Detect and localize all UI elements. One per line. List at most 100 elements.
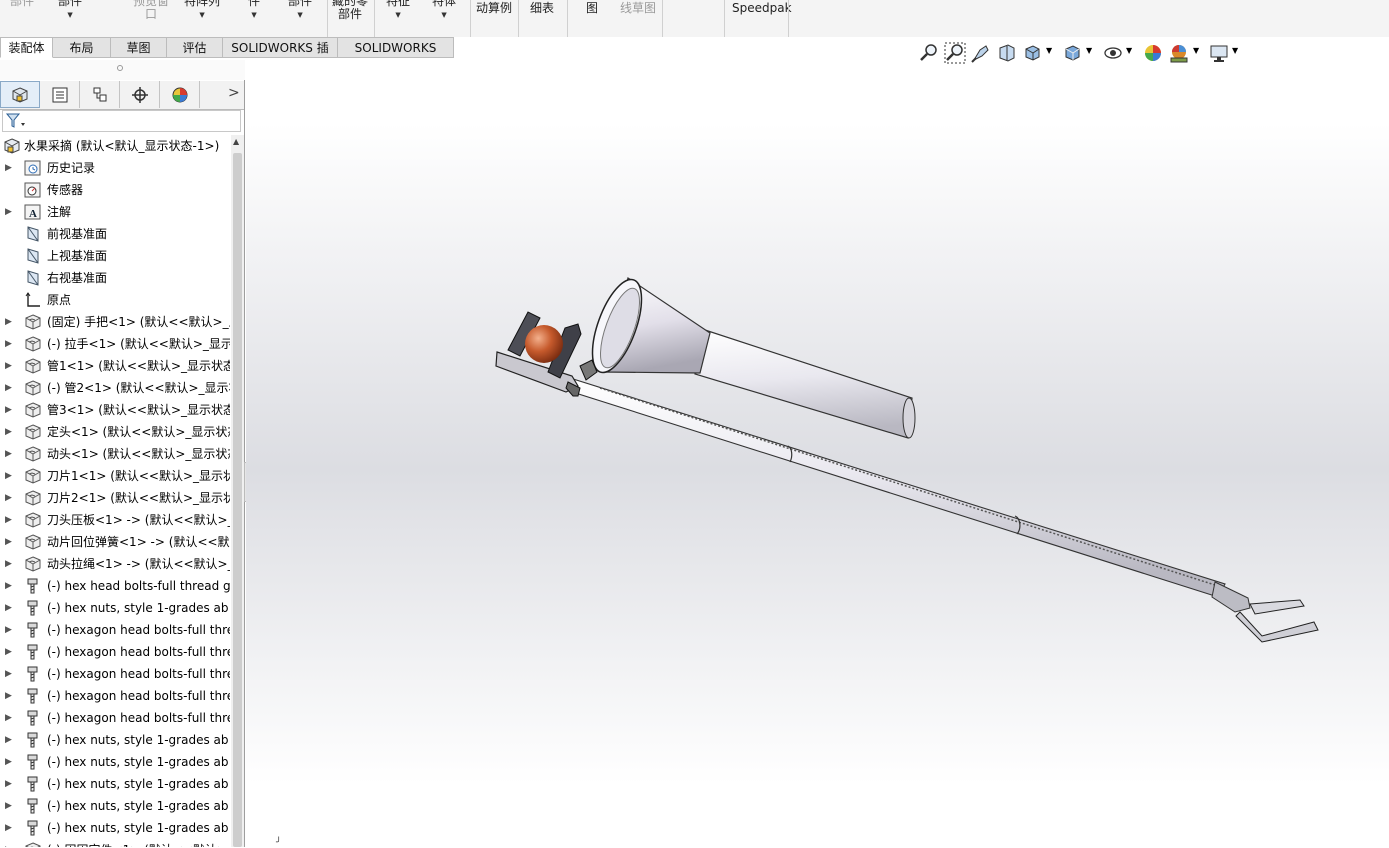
tree-item[interactable]: ▶ (-) hex nuts, style 1-grades ab g: [0, 817, 230, 839]
expand-arrow-icon[interactable]: ▶: [5, 575, 13, 597]
tree-item[interactable]: ▶ (-) hex nuts, style 1-grades ab g: [0, 597, 230, 619]
tab-evaluate[interactable]: 评估: [167, 37, 223, 58]
ribbon-btn-7[interactable]: 特征 ▼: [386, 0, 410, 20]
dropdown-arrow-icon[interactable]: ▼: [1232, 46, 1238, 55]
tree-item[interactable]: 右视基准面: [0, 267, 230, 289]
expand-arrow-icon[interactable]: ▶: [5, 487, 13, 509]
tube-end[interactable]: [902, 397, 916, 439]
panel-grip[interactable]: [0, 60, 245, 80]
ribbon-btn-4[interactable]: 件 ▼: [248, 0, 260, 20]
previous-view-icon[interactable]: [970, 42, 992, 64]
ribbon-btn-11[interactable]: 图: [586, 2, 598, 15]
scroll-up-arrow-icon[interactable]: ▲: [233, 137, 239, 146]
view-orientation-icon[interactable]: [1022, 42, 1044, 64]
expand-arrow-icon[interactable]: ▶: [5, 377, 13, 399]
tree-item[interactable]: ▶ 动头<1> (默认<<默认>_显示状态-1>): [0, 443, 230, 465]
edit-appearance-icon[interactable]: [1142, 42, 1164, 64]
blade-2[interactable]: [1235, 611, 1319, 643]
tree-item[interactable]: ▶ 动片回位弹簧<1> -> (默认<<默认>_显示状态-1>): [0, 531, 230, 553]
dropdown-arrow-icon[interactable]: ▼: [288, 10, 312, 20]
ribbon-btn-3[interactable]: 特阵列 ▼: [184, 0, 220, 20]
tree-item[interactable]: ▶ (-) hexagon head bolts-full thre: [0, 663, 230, 685]
ribbon-btn-8[interactable]: 特体 ▼: [432, 0, 456, 20]
tree-item[interactable]: 上视基准面: [0, 245, 230, 267]
tree-item[interactable]: ▶ 管3<1> (默认<<默认>_显示状态-1>): [0, 399, 230, 421]
tree-item[interactable]: ▶ (-) hex head bolts-full thread gr: [0, 575, 230, 597]
blade-1[interactable]: [1249, 599, 1305, 615]
dropdown-arrow-icon[interactable]: ▼: [1046, 46, 1052, 55]
tab-layout[interactable]: 布局: [53, 37, 111, 58]
scrollbar-thumb[interactable]: [233, 153, 242, 847]
ribbon-btn-9[interactable]: 动算例: [476, 2, 512, 15]
fruit-picker-3d-model[interactable]: [246, 60, 1389, 847]
tree-item[interactable]: ▶ (-) hex nuts, style 1-grades ab g: [0, 751, 230, 773]
configuration-manager-tab[interactable]: [80, 81, 120, 108]
tree-scrollbar[interactable]: ▲: [231, 135, 244, 847]
ribbon-btn-1[interactable]: 部件 ▼: [58, 0, 82, 20]
expand-arrow-icon[interactable]: ▶: [5, 773, 13, 795]
tree-item[interactable]: ▶ 刀片2<1> (默认<<默认>_显示状态-1>): [0, 487, 230, 509]
tree-item[interactable]: ▶ 刀片1<1> (默认<<默认>_显示状态-1>): [0, 465, 230, 487]
dropdown-arrow-icon[interactable]: ▼: [386, 10, 410, 20]
expand-arrow-icon[interactable]: ▶: [5, 619, 13, 641]
apply-scene-icon[interactable]: [1168, 42, 1190, 64]
ribbon-btn-13[interactable]: Speedpak: [732, 2, 792, 15]
tree-root-assembly[interactable]: 水果采摘 (默认<默认_显示状态-1>): [0, 135, 230, 157]
tab-solidworks-addins[interactable]: SOLIDWORKS 插件: [223, 37, 338, 76]
expand-arrow-icon[interactable]: ▶: [5, 707, 13, 729]
expand-arrow-icon[interactable]: ▶: [5, 157, 13, 179]
ribbon-btn-2[interactable]: 预览窗 口: [133, 0, 169, 21]
expand-arrow-icon[interactable]: ▶: [5, 729, 13, 751]
expand-arrow-icon[interactable]: ▶: [5, 465, 13, 487]
expand-arrow-icon[interactable]: ▶: [5, 685, 13, 707]
expand-arrow-icon[interactable]: ▶: [5, 597, 13, 619]
tree-item[interactable]: ▶ 管1<1> (默认<<默认>_显示状态-1>): [0, 355, 230, 377]
dropdown-arrow-icon[interactable]: ▼: [248, 10, 260, 20]
expand-arrow-icon[interactable]: ▶: [5, 311, 13, 333]
display-style-icon[interactable]: [1062, 42, 1084, 64]
ribbon-btn-5[interactable]: 部件 ▼: [288, 0, 312, 20]
tree-item[interactable]: ▶ (-) hex nuts, style 1-grades ab g: [0, 795, 230, 817]
expand-arrow-icon[interactable]: ▶: [5, 399, 13, 421]
tree-item[interactable]: ▶ (-) 拉手<1> (默认<<默认>_显示状态-1>): [0, 333, 230, 355]
tree-item[interactable]: 传感器: [0, 179, 230, 201]
ribbon-btn-10[interactable]: 细表: [530, 2, 554, 15]
feature-tree-filter[interactable]: [2, 110, 241, 132]
expand-arrow-icon[interactable]: ▶: [5, 333, 13, 355]
dimxpert-tab[interactable]: [120, 81, 160, 108]
dropdown-arrow-icon[interactable]: ▼: [1126, 46, 1132, 55]
cutter-head[interactable]: [1211, 581, 1251, 613]
expand-arrow-icon[interactable]: ▶: [5, 355, 13, 377]
dropdown-arrow-icon[interactable]: ▼: [432, 10, 456, 20]
expand-arrow-icon[interactable]: ▶: [5, 795, 13, 817]
feature-manager-tab[interactable]: [0, 81, 40, 108]
tree-item[interactable]: ▶ 动头拉绳<1> -> (默认<<默认>_显示状态-1>): [0, 553, 230, 575]
expand-arrow-icon[interactable]: ▶: [5, 553, 13, 575]
tree-item[interactable]: ▶ (固定) 手把<1> (默认<<默认>_显示状态-1>): [0, 311, 230, 333]
tab-solidworks-mbd[interactable]: SOLIDWORKS MBD: [338, 37, 454, 76]
tree-item[interactable]: ▶ (-) hexagon head bolts-full thre: [0, 619, 230, 641]
tree-item[interactable]: ▶ (-) hexagon head bolts-full thre: [0, 707, 230, 729]
tree-item[interactable]: ▶ (-) 固固定件<1> (默认<<默认>_: [0, 839, 230, 847]
tree-item[interactable]: ▶ (-) hex nuts, style 1-grades ab g: [0, 773, 230, 795]
dropdown-arrow-icon[interactable]: ▼: [1193, 46, 1199, 55]
tree-item[interactable]: ▶ 刀头压板<1> -> (默认<<默认>_显示状态-1>): [0, 509, 230, 531]
expand-arrow-icon[interactable]: ▶: [5, 201, 13, 223]
tree-item[interactable]: ▶ 历史记录: [0, 157, 230, 179]
expand-arrow-icon[interactable]: ▶: [5, 817, 13, 839]
expand-arrow-icon[interactable]: ▶: [5, 751, 13, 773]
tree-item[interactable]: ▶ (-) 管2<1> (默认<<默认>_显示状态-1>): [0, 377, 230, 399]
section-view-icon[interactable]: [996, 42, 1018, 64]
tree-item[interactable]: 前视基准面: [0, 223, 230, 245]
expand-arrow-icon[interactable]: ▶: [5, 443, 13, 465]
property-manager-tab[interactable]: [40, 81, 80, 108]
expand-arrow-icon[interactable]: ▶: [5, 531, 13, 553]
collection-tube[interactable]: [694, 329, 913, 439]
ribbon-btn-6[interactable]: 藏的零 部件: [332, 0, 368, 21]
tree-item[interactable]: ▶ (-) hexagon head bolts-full thre: [0, 641, 230, 663]
tree-item[interactable]: ▶ 定头<1> (默认<<默认>_显示状态-1>): [0, 421, 230, 443]
expand-arrow-icon[interactable]: ▶: [5, 663, 13, 685]
tab-assembly[interactable]: 装配体: [0, 37, 53, 58]
dropdown-arrow-icon[interactable]: ▼: [58, 10, 82, 20]
panel-more-arrow-icon[interactable]: >: [228, 85, 240, 101]
